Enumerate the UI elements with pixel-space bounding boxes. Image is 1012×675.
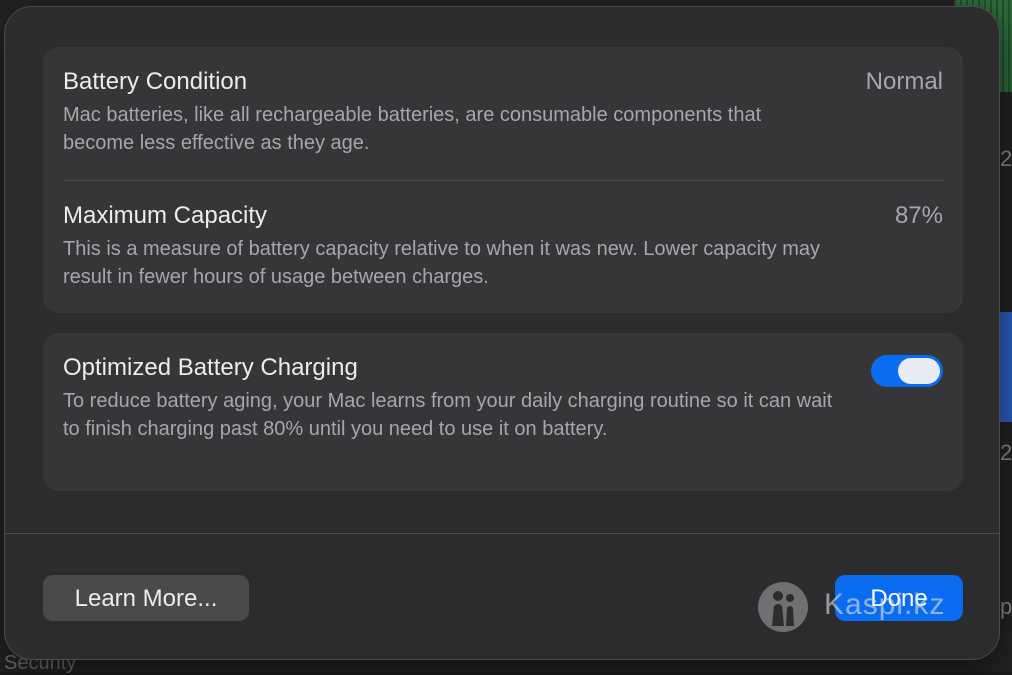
- maximum-capacity-description: This is a measure of battery capacity re…: [63, 238, 821, 288]
- background-text: p: [1000, 594, 1012, 619]
- toggle-knob: [898, 358, 940, 384]
- optimized-charging-title: Optimized Battery Charging: [63, 354, 358, 381]
- charging-group: Optimized Battery Charging To reduce bat…: [43, 333, 963, 491]
- maximum-capacity-title: Maximum Capacity: [63, 202, 268, 229]
- maximum-capacity-row: Maximum Capacity 87% This is a measure o…: [63, 201, 943, 291]
- battery-condition-description: Mac batteries, like all rechargeable bat…: [63, 104, 762, 154]
- done-button[interactable]: Done: [835, 575, 963, 621]
- battery-health-sheet: Battery Condition Normal Mac batteries, …: [4, 6, 1000, 660]
- battery-info-group: Battery Condition Normal Mac batteries, …: [43, 47, 963, 313]
- background-highlight: [1000, 312, 1012, 422]
- optimized-charging-toggle[interactable]: [871, 355, 943, 387]
- battery-condition-value: Normal: [865, 68, 943, 95]
- maximum-capacity-value: 87%: [894, 202, 943, 229]
- battery-condition-title: Battery Condition: [63, 68, 248, 95]
- learn-more-button[interactable]: Learn More...: [43, 575, 249, 621]
- row-divider: [63, 180, 943, 181]
- battery-condition-row: Battery Condition Normal Mac batteries, …: [63, 67, 943, 157]
- background-text: 2: [1000, 440, 1012, 465]
- background-text: 2: [1000, 146, 1012, 171]
- optimized-charging-row: Optimized Battery Charging To reduce bat…: [63, 353, 943, 443]
- optimized-charging-description: To reduce battery aging, your Mac learns…: [63, 390, 833, 440]
- footer-divider: [5, 533, 999, 534]
